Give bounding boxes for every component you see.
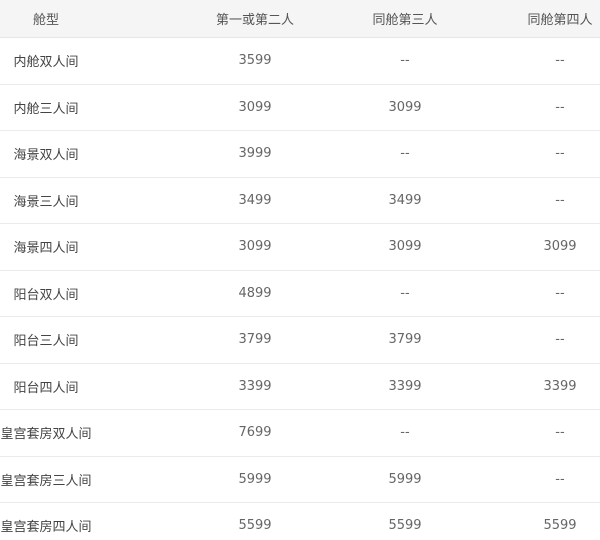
cabin-type-cell: 阳台四人间 (13, 380, 79, 396)
price-cell: 5599 (543, 518, 577, 534)
header-cabin-type: 舱型 (32, 13, 59, 28)
price-table: 舱型 第一或第二人 同舱第三人 同舱第四人 内舱双人间 3599 -- -- 内… (0, 0, 600, 540)
cabin-type-cell: 海景四人间 (13, 241, 79, 257)
table-row: 皇宫套房四人间 5599 5599 5599 (0, 503, 600, 540)
price-cell: -- (555, 425, 565, 441)
cabin-type-cell: 海景三人间 (13, 194, 79, 210)
header-fourth-person: 同舱第四人 (527, 13, 593, 28)
price-cell: -- (555, 471, 565, 487)
table-row: 内舱三人间 3099 3099 -- (0, 84, 600, 131)
price-cell: 3099 (238, 239, 272, 255)
cabin-type-cell: 皇宫套房三人间 (0, 473, 92, 489)
price-cell: 3399 (388, 378, 422, 394)
cabin-type-cell: 皇宫套房四人间 (0, 520, 92, 536)
price-cell: 5599 (388, 518, 422, 534)
table-row: 皇宫套房双人间 7699 -- -- (0, 410, 600, 457)
price-cell: 3399 (238, 378, 272, 394)
price-cell: 3499 (238, 192, 272, 208)
table-row: 阳台双人间 4899 -- -- (0, 270, 600, 317)
price-cell: -- (555, 192, 565, 208)
table-row: 海景四人间 3099 3099 3099 (0, 224, 600, 271)
price-cell: 3399 (543, 378, 577, 394)
price-cell: 3099 (238, 99, 272, 115)
price-cell: -- (555, 332, 565, 348)
cabin-type-cell: 皇宫套房双人间 (0, 427, 92, 443)
price-cell: 3599 (238, 53, 272, 69)
table-row: 阳台三人间 3799 3799 -- (0, 317, 600, 364)
price-cell: -- (400, 425, 410, 441)
cabin-type-cell: 阳台三人间 (13, 334, 79, 350)
cabin-type-cell: 海景双人间 (13, 148, 79, 164)
price-cell: 4899 (238, 285, 272, 301)
price-cell: 5599 (238, 518, 272, 534)
price-cell: 3499 (388, 192, 422, 208)
table-row: 皇宫套房三人间 5999 5999 -- (0, 456, 600, 503)
price-cell: 5999 (388, 471, 422, 487)
price-cell: -- (555, 285, 565, 301)
header-first-second-person: 第一或第二人 (215, 13, 294, 28)
table-row: 海景双人间 3999 -- -- (0, 131, 600, 178)
price-cell: 7699 (238, 425, 272, 441)
price-cell: -- (400, 285, 410, 301)
price-cell: 3099 (543, 239, 577, 255)
price-cell: 3999 (238, 146, 272, 162)
price-cell: 3099 (388, 239, 422, 255)
table-header-row: 舱型 第一或第二人 同舱第三人 同舱第四人 (0, 0, 600, 38)
cabin-type-cell: 阳台双人间 (13, 287, 79, 303)
table-row: 内舱双人间 3599 -- -- (0, 38, 600, 85)
cabin-type-cell: 内舱三人间 (13, 101, 79, 117)
price-cell: -- (400, 53, 410, 69)
table-row: 阳台四人间 3399 3399 3399 (0, 363, 600, 410)
price-cell: -- (555, 99, 565, 115)
price-cell: 3799 (238, 332, 272, 348)
price-cell: 3099 (388, 99, 422, 115)
header-third-person: 同舱第三人 (372, 13, 438, 28)
price-cell: -- (555, 53, 565, 69)
price-cell: 3799 (388, 332, 422, 348)
cabin-type-cell: 内舱双人间 (13, 55, 79, 71)
table-row: 海景三人间 3499 3499 -- (0, 177, 600, 224)
price-cell: -- (400, 146, 410, 162)
price-cell: 5999 (238, 471, 272, 487)
price-cell: -- (555, 146, 565, 162)
